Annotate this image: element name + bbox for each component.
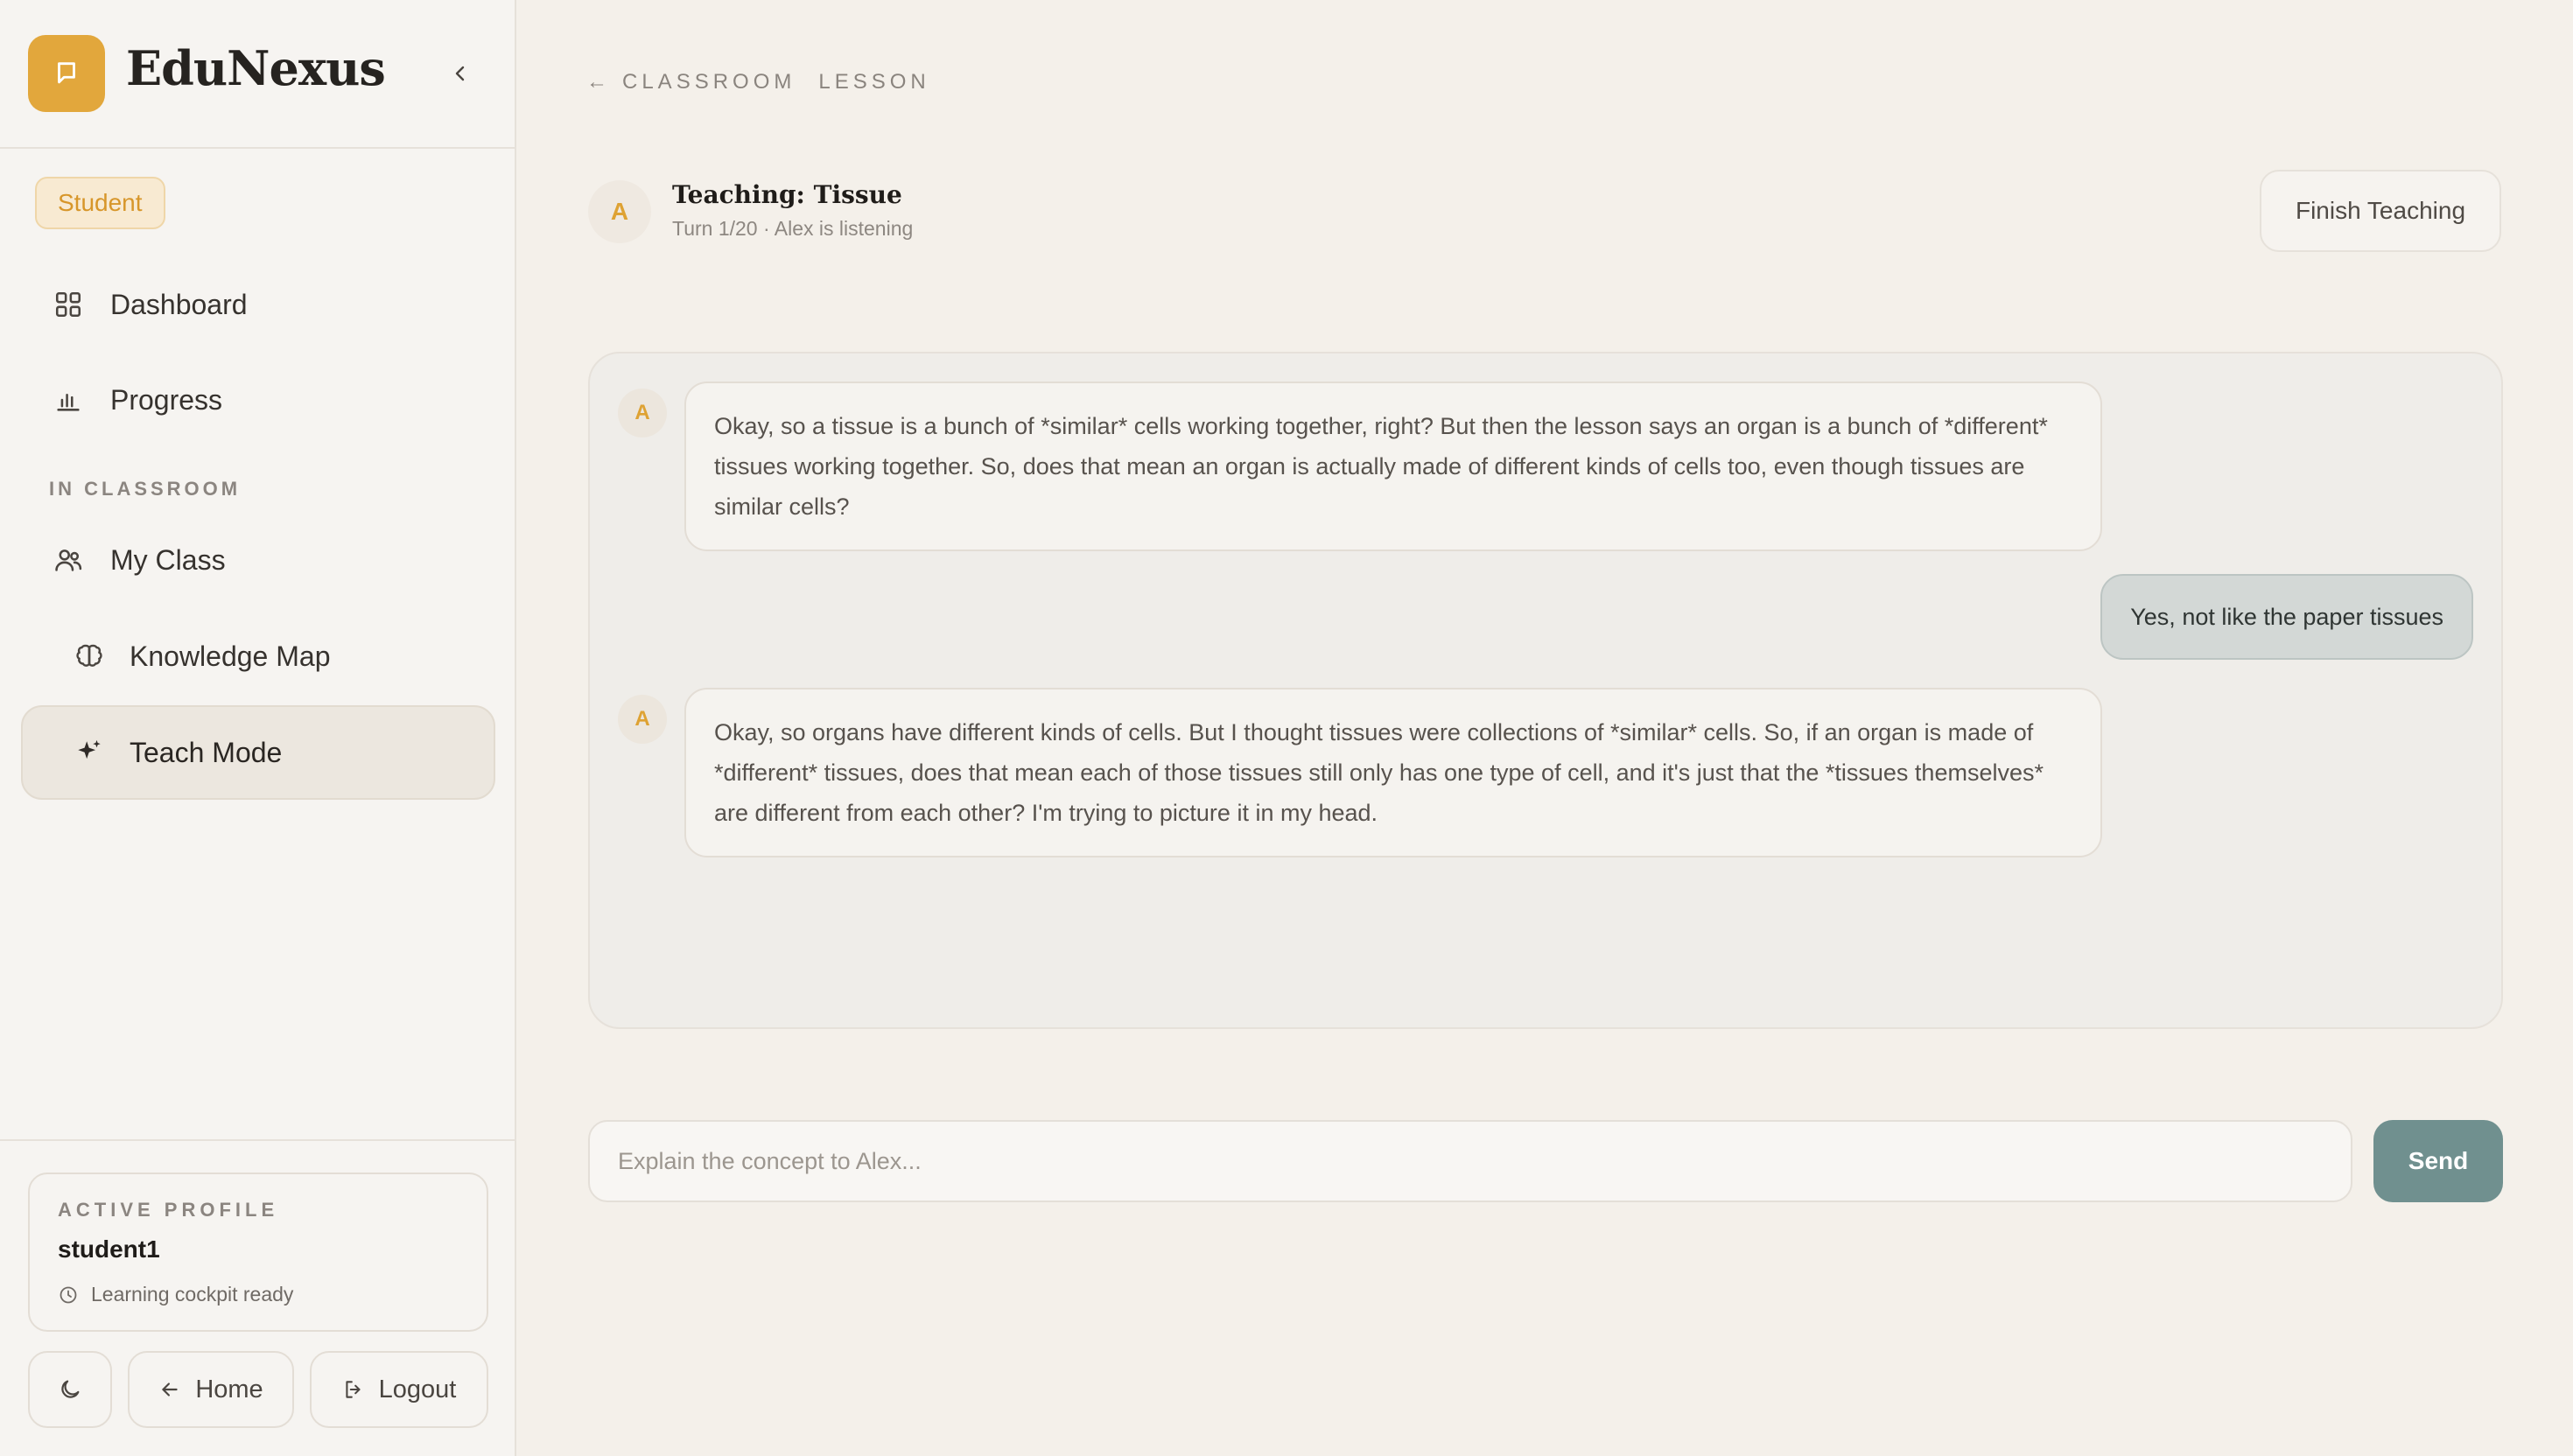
brand-name: EduNexus bbox=[126, 40, 386, 96]
turn-status: Turn 1/20 · Alex is listening bbox=[672, 217, 914, 240]
theme-toggle-button[interactable] bbox=[28, 1351, 112, 1428]
sidebar-item-label: Progress bbox=[110, 383, 223, 416]
send-button[interactable]: Send bbox=[2373, 1120, 2503, 1202]
ai-message: Okay, so a tissue is a bunch of *similar… bbox=[684, 382, 2102, 551]
profile-status: Learning cockpit ready bbox=[58, 1283, 293, 1306]
sidebar-item-label: Knowledge Map bbox=[130, 640, 331, 672]
finish-teaching-button[interactable]: Finish Teaching bbox=[2260, 170, 2501, 252]
active-profile-card: ACTIVE PROFILE student1 Learning cockpit… bbox=[28, 1172, 488, 1332]
sidebar-item-label: Dashboard bbox=[110, 288, 248, 320]
app-window: EduNexus Student Dashboard Progress IN C… bbox=[0, 0, 2573, 1456]
explain-input[interactable] bbox=[588, 1120, 2352, 1202]
logout-button-label: Logout bbox=[378, 1375, 457, 1404]
user-message: Yes, not like the paper tissues bbox=[2100, 574, 2473, 660]
sidebar-item-label: My Class bbox=[110, 543, 226, 576]
chevron-left-icon bbox=[455, 66, 465, 81]
sidebar-item-label: Teach Mode bbox=[130, 736, 283, 768]
section-label-in-classroom: IN CLASSROOM bbox=[49, 478, 242, 500]
main-content: ← CLASSROOM LESSON A Teaching: Tissue Tu… bbox=[518, 0, 2573, 1456]
profile-username: student1 bbox=[58, 1236, 160, 1263]
breadcrumb-lesson: LESSON bbox=[818, 70, 930, 94]
profile-caption: ACTIVE PROFILE bbox=[58, 1199, 279, 1221]
message-avatar: A bbox=[618, 388, 667, 438]
grid-icon bbox=[51, 287, 86, 322]
sidebar-item-knowledge-map[interactable]: Knowledge Map bbox=[21, 609, 495, 704]
brand-logo[interactable] bbox=[28, 35, 105, 112]
chat-bubble-icon bbox=[58, 62, 75, 84]
arrow-left-icon: ← bbox=[586, 70, 612, 94]
bar-chart-icon bbox=[51, 382, 86, 417]
sidebar: EduNexus Student Dashboard Progress IN C… bbox=[0, 0, 516, 1456]
breadcrumb: ← CLASSROOM LESSON bbox=[586, 70, 930, 94]
clock-icon bbox=[60, 1286, 77, 1303]
logout-button[interactable]: Logout bbox=[310, 1351, 488, 1428]
message-avatar: A bbox=[618, 695, 667, 744]
collapse-sidebar-button[interactable] bbox=[443, 56, 478, 91]
home-button-label: Home bbox=[195, 1375, 263, 1404]
moon-icon bbox=[61, 1380, 80, 1398]
brain-icon bbox=[72, 639, 107, 674]
breadcrumb-classroom: CLASSROOM bbox=[622, 70, 796, 94]
logout-icon bbox=[346, 1381, 361, 1398]
role-badge: Student bbox=[35, 177, 165, 229]
profile-status-text: Learning cockpit ready bbox=[91, 1283, 294, 1306]
arrow-left-icon bbox=[162, 1382, 178, 1396]
page-title: Teaching: Tissue bbox=[672, 180, 902, 209]
ai-message: Okay, so organs have different kinds of … bbox=[684, 688, 2102, 858]
sidebar-footer: ACTIVE PROFILE student1 Learning cockpit… bbox=[0, 1139, 515, 1456]
sidebar-item-progress[interactable]: Progress bbox=[21, 353, 495, 447]
home-button[interactable]: Home bbox=[128, 1351, 294, 1428]
sidebar-item-my-class[interactable]: My Class bbox=[21, 513, 495, 607]
sparkle-icon bbox=[72, 735, 107, 770]
breadcrumb-classroom-link[interactable]: ← CLASSROOM bbox=[586, 70, 796, 94]
chat-panel: A Okay, so a tissue is a bunch of *simil… bbox=[588, 352, 2503, 1029]
users-icon bbox=[51, 542, 86, 578]
sidebar-item-dashboard[interactable]: Dashboard bbox=[21, 257, 495, 352]
sidebar-item-teach-mode[interactable]: Teach Mode bbox=[21, 705, 495, 800]
brand-header: EduNexus bbox=[0, 0, 515, 149]
student-avatar: A bbox=[588, 180, 651, 243]
